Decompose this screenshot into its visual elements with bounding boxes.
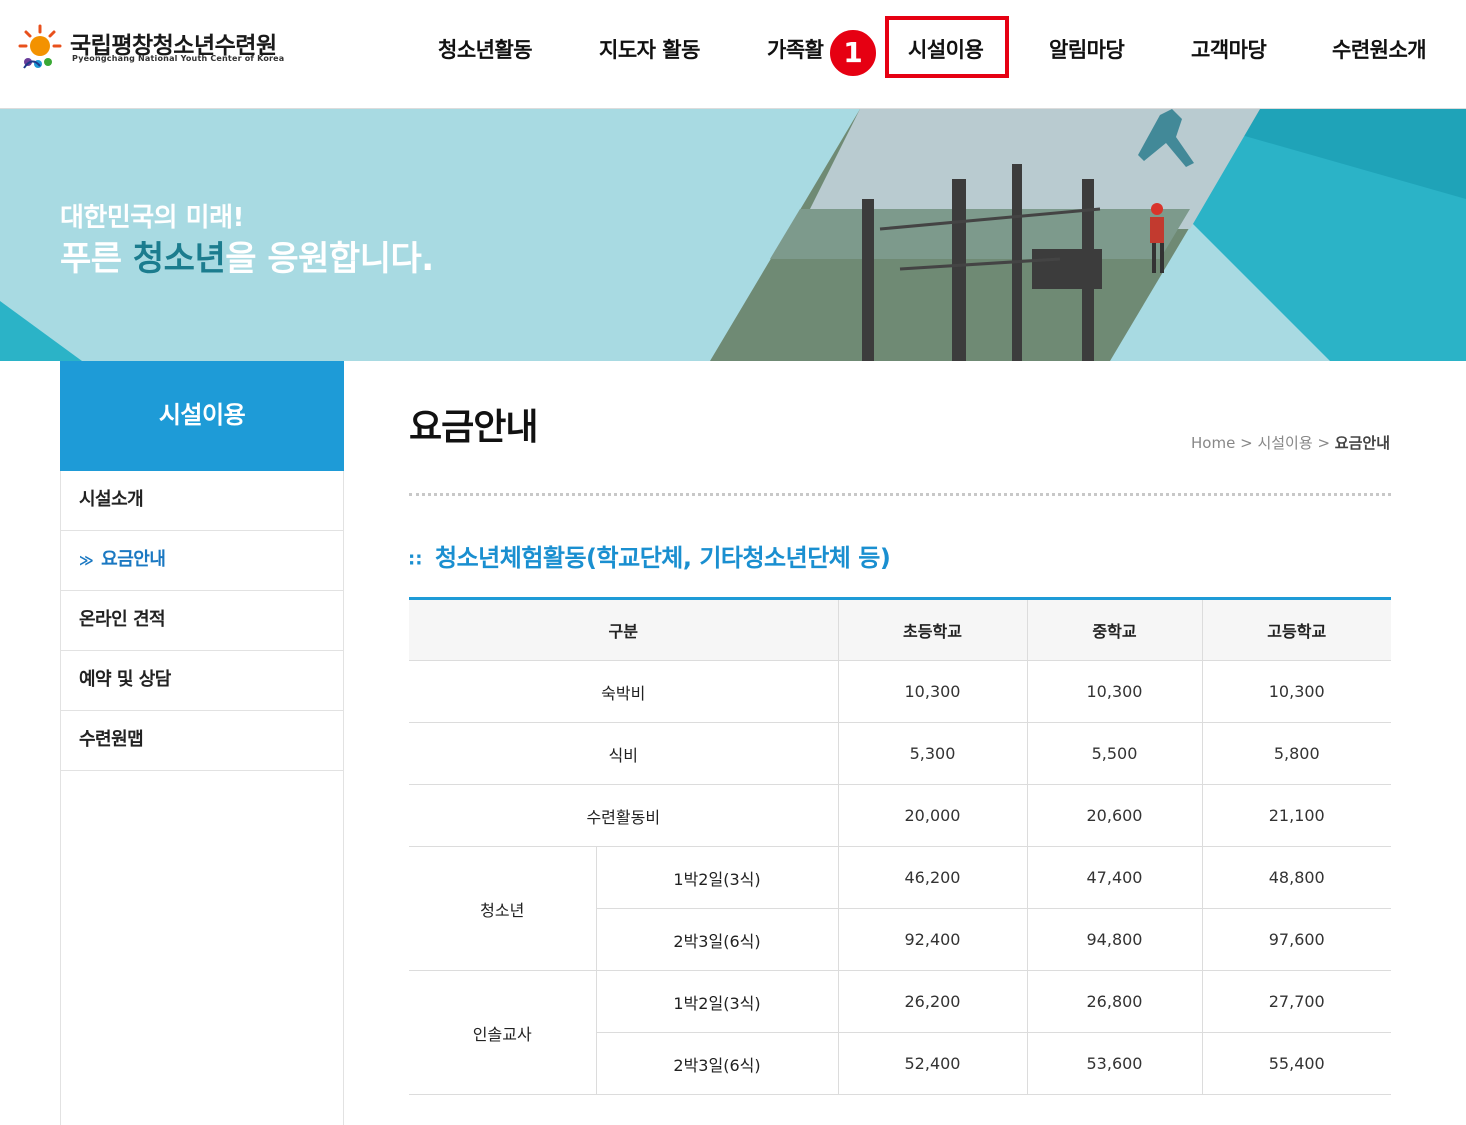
table-row: 인솔교사 1박2일(3식) 26,200 26,800 27,700 bbox=[409, 970, 1391, 1095]
logo-emblem-icon bbox=[18, 24, 62, 69]
table-header-row: 구분 초등학교 중학교 고등학교 bbox=[409, 598, 1391, 661]
table-cell: 92,400 bbox=[837, 908, 1028, 971]
nav-about[interactable]: 수련원소개 bbox=[1332, 34, 1427, 64]
row-label: 수련활동비 bbox=[409, 784, 839, 847]
table-cell: 21,100 bbox=[1201, 784, 1391, 847]
table-cell: 97,600 bbox=[1201, 908, 1391, 971]
banner-headline-2: 푸른 청소년을 응원합니다. bbox=[60, 231, 434, 280]
table-cell: 26,200 bbox=[837, 970, 1028, 1033]
table-cell: 10,300 bbox=[837, 660, 1028, 723]
banner-headline-2c: 을 응원합니다. bbox=[225, 239, 434, 279]
table-cell: 47,400 bbox=[1026, 846, 1203, 909]
section-heading-text: 청소년체험활동(학교단체, 기타청소년단체 등) bbox=[435, 544, 891, 572]
fee-table: 구분 초등학교 중학교 고등학교 숙박비 10,300 10,300 10,30… bbox=[409, 597, 1391, 1095]
nav-youth-activity[interactable]: 청소년활동 bbox=[438, 34, 533, 64]
sidebar-item-label: 요금안내 bbox=[101, 549, 166, 570]
breadcrumb: Home > 시설이용 > 요금안내 bbox=[1120, 432, 1390, 453]
table-cell: 53,600 bbox=[1026, 1032, 1203, 1095]
table-row: 청소년 1박2일(3식) 46,200 47,400 48,800 bbox=[409, 846, 1391, 971]
nav-customer[interactable]: 고객마당 bbox=[1191, 34, 1267, 64]
sidebar-item-center-map[interactable]: 수련원맵 bbox=[61, 711, 343, 771]
table-header-cell: 구분 bbox=[409, 598, 839, 661]
group-label: 인솔교사 bbox=[409, 970, 597, 1095]
table-header-cell: 초등학교 bbox=[837, 598, 1028, 661]
sidebar-item-facility-intro[interactable]: 시설소개 bbox=[61, 471, 343, 531]
table-cell: 10,300 bbox=[1026, 660, 1203, 723]
table-row: 숙박비 10,300 10,300 10,300 bbox=[409, 660, 1391, 723]
banner-headline-2a: 푸른 bbox=[60, 239, 133, 279]
nav-notice[interactable]: 알림마당 bbox=[1049, 34, 1125, 64]
group-label: 청소년 bbox=[409, 846, 597, 971]
sidebar-item-online-estimate[interactable]: 온라인 견적 bbox=[61, 591, 343, 651]
table-cell: 27,700 bbox=[1201, 970, 1391, 1033]
table-cell: 5,300 bbox=[837, 722, 1028, 785]
table-cell: 26,800 bbox=[1026, 970, 1203, 1033]
section-heading: ∷ 청소년체험활동(학교단체, 기타청소년단체 등) bbox=[409, 538, 891, 573]
breadcrumb-current: 요금안내 bbox=[1334, 434, 1390, 452]
breadcrumb-home[interactable]: Home bbox=[1191, 434, 1235, 452]
site-header: 국립평창청소년수련원 Pyeongchang National Youth Ce… bbox=[0, 0, 1466, 109]
row-label: 2박3일(6식) bbox=[596, 1032, 839, 1095]
table-cell: 20,000 bbox=[837, 784, 1028, 847]
row-label: 숙박비 bbox=[409, 660, 839, 723]
row-label: 1박2일(3식) bbox=[595, 846, 839, 909]
table-header-cell: 고등학교 bbox=[1201, 598, 1391, 661]
dots-bullet-icon: ∷ bbox=[409, 550, 422, 571]
banner-headline-highlight: 청소년 bbox=[132, 239, 226, 279]
chevron-right-icon: ≫ bbox=[79, 553, 94, 569]
hero-banner: 대한민국의 미래! 푸른 청소년을 응원합니다. bbox=[0, 109, 1466, 361]
row-label: 식비 bbox=[409, 722, 839, 785]
breadcrumb-separator: > bbox=[1240, 434, 1253, 452]
banner-headline-1: 대한민국의 미래! bbox=[60, 203, 244, 233]
table-cell: 94,800 bbox=[1026, 908, 1203, 971]
breadcrumb-separator: > bbox=[1317, 434, 1331, 452]
table-cell: 55,400 bbox=[1201, 1032, 1391, 1095]
table-header-cell: 중학교 bbox=[1026, 598, 1203, 661]
table-row: 식비 5,300 5,500 5,800 bbox=[409, 722, 1391, 785]
table-cell: 20,600 bbox=[1026, 784, 1203, 847]
sidebar-title: 시설이용 bbox=[60, 361, 344, 471]
page-title: 요금안내 bbox=[409, 407, 538, 448]
dotted-divider bbox=[409, 493, 1391, 496]
site-logo[interactable]: 국립평창청소년수련원 Pyeongchang National Youth Ce… bbox=[18, 22, 298, 72]
table-cell: 5,500 bbox=[1026, 722, 1203, 785]
table-cell: 52,400 bbox=[837, 1032, 1028, 1095]
nav-family-activity[interactable]: 가족활 bbox=[767, 34, 824, 64]
table-cell: 46,200 bbox=[837, 846, 1028, 909]
logo-name-en: Pyeongchang National Youth Center of Kor… bbox=[72, 54, 285, 63]
row-label: 1박2일(3식) bbox=[595, 970, 839, 1033]
breadcrumb-parent[interactable]: 시설이용 bbox=[1257, 434, 1312, 452]
sidebar-item-reservation[interactable]: 예약 및 상담 bbox=[61, 651, 343, 711]
nav-leader-activity[interactable]: 지도자 활동 bbox=[599, 34, 700, 64]
row-label: 2박3일(6식) bbox=[596, 908, 839, 971]
sidebar: 시설이용 시설소개 ≫ 요금안내 온라인 견적 예약 및 상담 수련원맵 bbox=[60, 361, 344, 1125]
sidebar-item-fee-guide[interactable]: ≫ 요금안내 bbox=[61, 531, 343, 591]
step-number-badge: 1 bbox=[827, 27, 879, 79]
table-cell: 10,300 bbox=[1201, 660, 1391, 723]
table-cell: 5,800 bbox=[1201, 722, 1391, 785]
table-cell: 48,800 bbox=[1201, 846, 1391, 909]
nav-highlight-box bbox=[885, 16, 1009, 78]
table-row: 수련활동비 20,000 20,600 21,100 bbox=[409, 784, 1391, 847]
